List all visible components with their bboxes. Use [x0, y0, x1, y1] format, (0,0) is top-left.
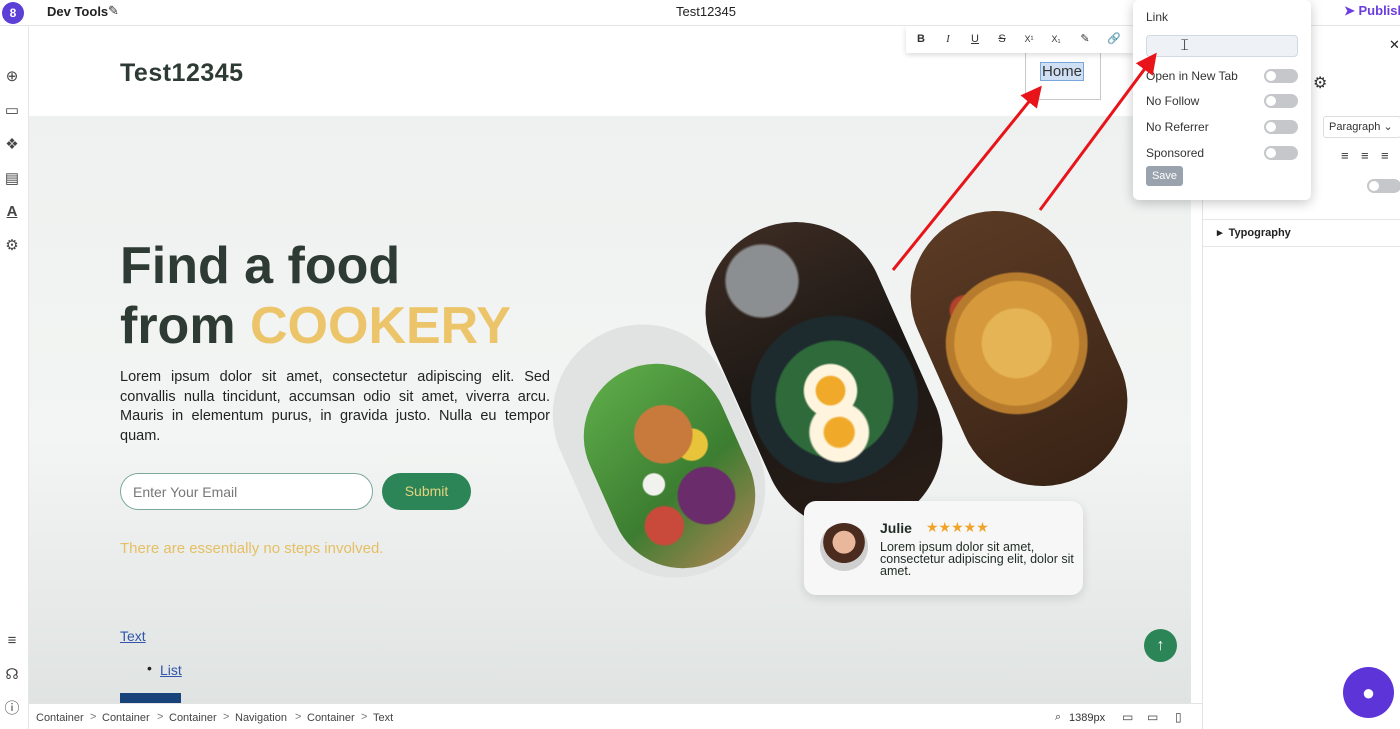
tag-select-value: Paragraph — [1329, 121, 1381, 133]
nav-home-link[interactable]: Home — [1039, 62, 1085, 81]
breadcrumb-separator: > — [361, 711, 368, 723]
review-text: Lorem ipsum dolor sit amet, consectetur … — [880, 540, 1074, 578]
text-cursor-icon: 𝙸 — [1179, 37, 1191, 54]
link-popup: Link 𝙸 Open in New Tab No Follow No Refe… — [1133, 0, 1311, 200]
bottom-bar: Container > Container > Container > Navi… — [29, 703, 1202, 729]
bold-button[interactable]: B — [912, 31, 930, 47]
option-no-follow: No Follow — [1146, 94, 1200, 108]
pages-icon[interactable]: ▤ — [2, 169, 22, 189]
document-title: Test12345 — [676, 4, 736, 19]
option-no-referrer: No Referrer — [1146, 120, 1209, 134]
subscript-button[interactable]: X₁ — [1047, 31, 1065, 47]
breadcrumb-separator: > — [157, 711, 164, 723]
site-logo-text[interactable]: Test12345 — [120, 59, 244, 88]
toggle-no-follow[interactable] — [1264, 94, 1298, 108]
breadcrumb-item[interactable]: Container — [169, 712, 217, 724]
list-bullet: • — [147, 660, 152, 676]
info-icon[interactable]: ⓘ — [2, 699, 22, 719]
tablet-view-icon[interactable]: ▭ — [1147, 710, 1158, 724]
breadcrumb-item[interactable]: Container — [36, 712, 84, 724]
avatar — [820, 523, 868, 571]
left-toolbar: ⊕ ▭ ❖ ▤ A ⚙ ≡ ☊ ⓘ — [0, 26, 29, 729]
align-left-icon[interactable]: ≡ — [1341, 148, 1349, 163]
settings-icon[interactable]: ⚙ — [2, 236, 22, 256]
strikethrough-button[interactable]: S — [993, 31, 1011, 47]
hero-paragraph[interactable]: Lorem ipsum dolor sit amet, consectetur … — [120, 368, 550, 446]
text-link[interactable]: Text — [120, 628, 146, 644]
edit-title-icon[interactable]: ✎ — [108, 3, 119, 19]
editor-canvas[interactable]: Test12345 Home B I U S X¹ X₁ ✎ 🔗 Find a … — [29, 26, 1191, 703]
layers-icon[interactable]: ≡ — [2, 631, 22, 651]
email-input[interactable] — [120, 473, 373, 510]
divider — [1203, 246, 1400, 247]
add-element-icon[interactable]: ⊕ — [2, 67, 22, 87]
italic-button[interactable]: I — [939, 31, 957, 47]
support-icon[interactable]: ☊ — [2, 665, 22, 685]
heading-line-2: from COOKERY — [120, 296, 511, 356]
submit-button[interactable]: Submit — [382, 473, 471, 510]
button-element[interactable] — [120, 693, 181, 703]
zoom-value[interactable]: 1389px — [1069, 712, 1105, 724]
typography-section[interactable]: ▸ Typography — [1217, 226, 1291, 239]
breadcrumb-separator: > — [223, 711, 230, 723]
highlight-icon[interactable]: ✎ — [1076, 31, 1094, 47]
heading-line-1: Find a food — [120, 237, 401, 295]
close-icon[interactable]: ✕ — [1389, 37, 1400, 53]
text-format-toolbar: B I U S X¹ X₁ ✎ 🔗 — [906, 26, 1134, 53]
section-icon[interactable]: ▭ — [2, 101, 22, 121]
typography-label: Typography — [1228, 227, 1291, 239]
typography-icon[interactable]: A — [2, 202, 22, 222]
publish-button[interactable]: ➤ Publish — [1344, 3, 1400, 19]
breadcrumb-item[interactable]: Container — [307, 712, 355, 724]
hero-heading[interactable]: Find a food from COOKERY — [120, 236, 511, 356]
chevron-down-icon: ⌄ — [1383, 121, 1393, 133]
option-sponsored: Sponsored — [1146, 146, 1205, 160]
toggle-open-new-tab[interactable] — [1264, 69, 1298, 83]
toggle-no-referrer[interactable] — [1264, 120, 1298, 134]
breadcrumb-separator: > — [295, 711, 302, 723]
option-open-new-tab: Open in New Tab — [1146, 69, 1238, 83]
publish-label: Publish — [1358, 3, 1400, 18]
heading-accent: COOKERY — [250, 297, 511, 355]
breadcrumb-item[interactable]: Text — [373, 712, 393, 724]
app-title: Dev Tools — [47, 4, 109, 19]
chat-bubble-icon[interactable]: ● — [1343, 667, 1394, 718]
components-icon[interactable]: ❖ — [2, 135, 22, 155]
superscript-button[interactable]: X¹ — [1020, 31, 1038, 47]
link-icon[interactable]: 🔗 — [1105, 31, 1123, 47]
link-popup-title: Link — [1146, 10, 1169, 24]
breadcrumb-item[interactable]: Container — [102, 712, 150, 724]
desktop-view-icon[interactable]: ▭ — [1122, 710, 1133, 724]
panel-toggle[interactable] — [1367, 179, 1400, 193]
scroll-to-top-button[interactable]: ↑ — [1144, 629, 1177, 662]
reviewer-name: Julie — [880, 520, 912, 536]
zoom-icon: ⌕ — [1055, 711, 1062, 723]
tag-select[interactable]: Paragraph ⌄ — [1323, 116, 1400, 138]
breadcrumb-item[interactable]: Navigation — [235, 712, 287, 724]
list-item-link[interactable]: List — [160, 662, 182, 678]
divider — [1203, 219, 1400, 220]
breadcrumb-separator: > — [90, 711, 97, 723]
heading-prefix: from — [120, 297, 250, 355]
gear-icon[interactable]: ⚙ — [1313, 73, 1327, 93]
underline-button[interactable]: U — [966, 31, 984, 47]
align-right-icon[interactable]: ≡ — [1381, 148, 1389, 163]
testimonial-card[interactable]: Julie ★★★★★ Lorem ipsum dolor sit amet, … — [804, 501, 1083, 595]
link-url-input[interactable] — [1146, 35, 1298, 57]
toggle-sponsored[interactable] — [1264, 146, 1298, 160]
mobile-view-icon[interactable]: ▯ — [1175, 710, 1182, 724]
expand-icon: ▸ — [1217, 227, 1223, 239]
app-logo-icon[interactable]: 8 — [2, 2, 24, 24]
save-link-button[interactable]: Save — [1146, 166, 1183, 186]
align-center-icon[interactable]: ≡ — [1361, 148, 1369, 163]
rating-stars: ★★★★★ — [926, 519, 989, 535]
hero-tagline[interactable]: There are essentially no steps involved. — [120, 540, 383, 557]
